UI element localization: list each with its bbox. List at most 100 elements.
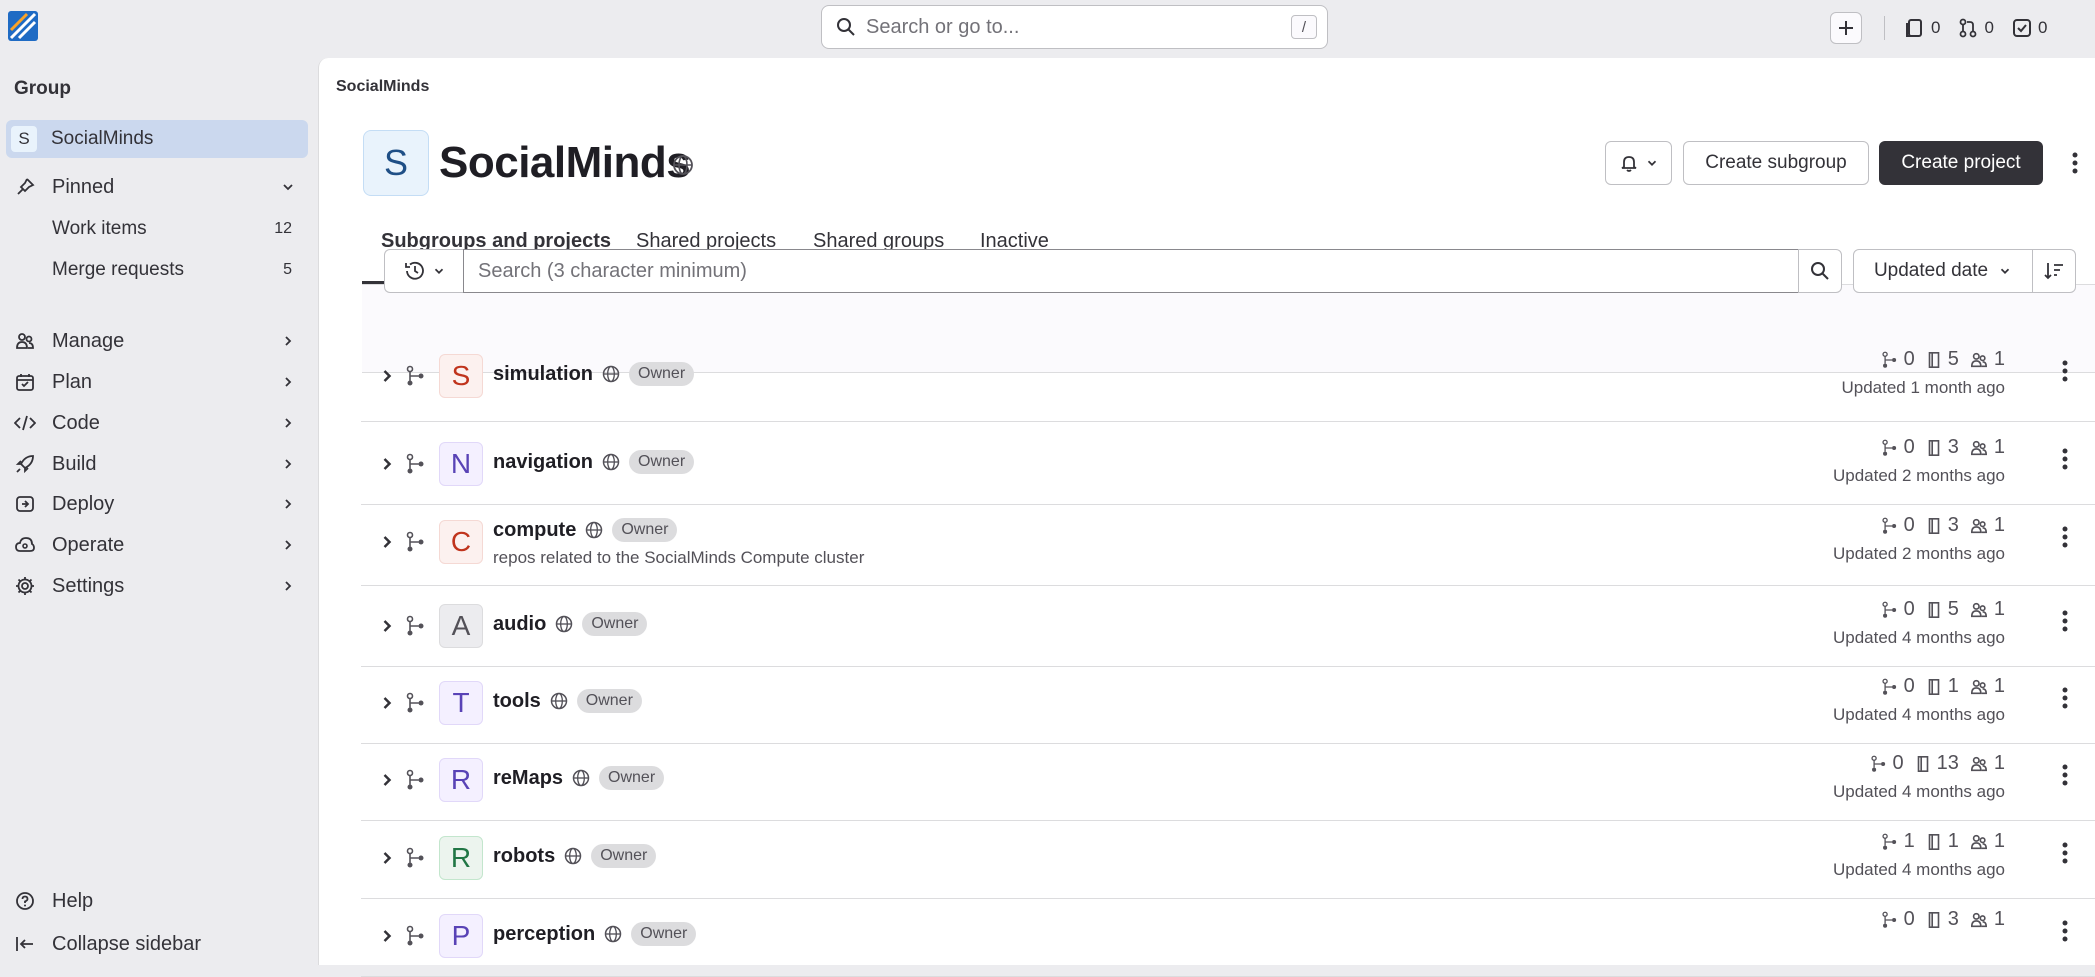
subgroup-avatar[interactable]: C (439, 520, 483, 564)
list-item[interactable]: S simulation Owner 0 5 1 Updated 1 month… (361, 334, 2095, 422)
merge-requests-counter[interactable]: 0 (1958, 18, 1994, 38)
subgroup-avatar[interactable]: S (439, 354, 483, 398)
subgroup-avatar[interactable]: R (439, 758, 483, 802)
kebab-icon (2062, 687, 2068, 709)
members-count-stat: 1 (1969, 908, 2005, 931)
chevron-right-icon[interactable] (377, 693, 397, 713)
sidebar-item-count: 5 (283, 261, 292, 278)
chevron-right-icon[interactable] (377, 366, 397, 386)
bell-icon (1621, 156, 1636, 172)
subgroup-avatar[interactable]: P (439, 914, 483, 958)
list-item[interactable]: C compute Owner repos related to the Soc… (361, 502, 2095, 586)
list-item[interactable]: R robots Owner 1 1 1 Updated 4 months ag… (361, 821, 2095, 899)
todos-count: 0 (2037, 18, 2048, 37)
sidebar-item-label: Manage (52, 329, 125, 352)
subgroups-count-stat: 0 (1881, 598, 1915, 621)
gitlab-logo-icon[interactable] (7, 10, 39, 42)
project-icon (1928, 439, 1940, 456)
sidebar-item-settings[interactable]: Settings (0, 567, 310, 605)
row-actions-button[interactable] (2055, 683, 2075, 713)
sidebar-help-button[interactable]: Help (0, 882, 310, 920)
chevron-right-icon[interactable] (377, 616, 397, 636)
sidebar-item-code[interactable]: Code (0, 404, 310, 442)
subgroup-name-link[interactable]: robots (493, 845, 555, 868)
list-item[interactable]: T tools Owner 0 1 1 Updated 4 months ago (361, 667, 2095, 744)
sidebar-item-build[interactable]: Build (0, 445, 310, 483)
subgroup-avatar[interactable]: A (439, 604, 483, 648)
sidebar-item-merge-requests[interactable]: Merge requests 5 (52, 252, 292, 288)
chevron-right-icon[interactable] (377, 454, 397, 474)
todos-counter[interactable]: 0 (2012, 18, 2047, 38)
subgroup-name-link[interactable]: compute (493, 519, 576, 542)
subgroup-name-link[interactable]: perception (493, 923, 595, 946)
updated-timestamp: Updated 2 months ago (1832, 466, 2005, 485)
row-actions-button[interactable] (2055, 444, 2075, 474)
subgroup-avatar[interactable]: N (439, 442, 483, 486)
subgroups-count-stat: 1 (1881, 830, 1915, 853)
row-actions-button[interactable] (2055, 760, 2075, 790)
chevron-down-icon (2000, 268, 2010, 274)
row-actions-button[interactable] (2055, 356, 2075, 386)
subgroup-avatar[interactable]: T (439, 681, 483, 725)
subgroups-count: 0 (1903, 436, 1915, 458)
subgroup-name-link[interactable]: audio (493, 613, 546, 636)
subgroup-icon (406, 692, 424, 713)
users-icon (1970, 834, 1987, 849)
sidebar-item-manage[interactable]: Manage (0, 322, 310, 360)
list-item[interactable]: R reMaps Owner 0 13 1 Updated 4 months a… (361, 743, 2095, 821)
create-subgroup-button[interactable]: Create subgroup (1683, 141, 1869, 185)
subgroup-avatar[interactable]: R (439, 836, 483, 880)
subgroup-name-link[interactable]: simulation (493, 363, 593, 386)
row-actions-button[interactable] (2055, 916, 2075, 946)
plus-icon (1839, 21, 1853, 35)
create-new-button[interactable] (1830, 12, 1862, 44)
projects-count-stat: 5 (1925, 348, 1959, 371)
sidebar-item-plan[interactable]: Plan (0, 363, 310, 401)
chevron-right-icon[interactable] (377, 532, 397, 552)
sort-direction-button[interactable] (2032, 249, 2076, 293)
subgroups-count-stat: 0 (1881, 436, 1915, 459)
subgroups-count-stat: 0 (1881, 908, 1915, 931)
row-actions-button[interactable] (2055, 606, 2075, 636)
recent-searches-button[interactable] (384, 249, 464, 293)
filter-search-button[interactable] (1798, 249, 1842, 293)
updated-timestamp: Updated 4 months ago (1832, 628, 2005, 647)
row-actions-button[interactable] (2055, 522, 2075, 552)
project-icon (1928, 833, 1940, 850)
global-search-button[interactable]: Search or go to... / (821, 5, 1328, 49)
subgroup-name-line: navigation Owner (493, 450, 695, 474)
breadcrumb[interactable]: SocialMinds (336, 78, 429, 96)
subgroup-name-link[interactable]: navigation (493, 451, 593, 474)
users-icon (1970, 518, 1987, 533)
project-icon (1928, 351, 1940, 368)
sidebar-item-work-items[interactable]: Work items 12 (52, 211, 292, 247)
sort-by-dropdown[interactable]: Updated date (1853, 249, 2033, 293)
sidebar-item-operate[interactable]: Operate (0, 526, 310, 564)
chevron-right-icon[interactable] (377, 770, 397, 790)
gear-icon (14, 575, 36, 597)
issues-counter[interactable]: 0 (1905, 18, 1940, 38)
subgroup-stats: 0 3 1 (1881, 514, 2005, 537)
list-item[interactable]: N navigation Owner 0 3 1 Updated 2 month… (361, 427, 2095, 505)
list-item[interactable]: A audio Owner 0 5 1 Updated 4 months ago (361, 590, 2095, 667)
notification-settings-button[interactable] (1605, 141, 1672, 185)
subgroup-name-link[interactable]: tools (493, 690, 541, 713)
create-project-button[interactable]: Create project (1879, 141, 2043, 185)
collapse-sidebar-button[interactable]: Collapse sidebar (0, 925, 310, 963)
chevron-right-icon (285, 377, 292, 387)
list-item[interactable]: P perception Owner 0 3 1 (361, 899, 2095, 977)
sidebar-pinned-toggle[interactable]: Pinned (0, 168, 310, 206)
calendar-icon (14, 371, 36, 393)
subgroup-name-link[interactable]: reMaps (493, 767, 563, 790)
subgroups-count: 0 (1892, 752, 1904, 774)
sidebar-item-deploy[interactable]: Deploy (0, 485, 310, 523)
sidebar-context-title: Group (14, 78, 71, 99)
row-actions-button[interactable] (2055, 838, 2075, 868)
more-actions-button[interactable] (2065, 148, 2085, 178)
filter-search-input[interactable] (463, 249, 1799, 293)
chevron-right-icon[interactable] (377, 848, 397, 868)
sidebar-group-link[interactable]: S SocialMinds (6, 120, 308, 158)
collapse-left-icon (14, 933, 36, 955)
rocket-icon (14, 453, 36, 475)
chevron-right-icon[interactable] (377, 926, 397, 946)
